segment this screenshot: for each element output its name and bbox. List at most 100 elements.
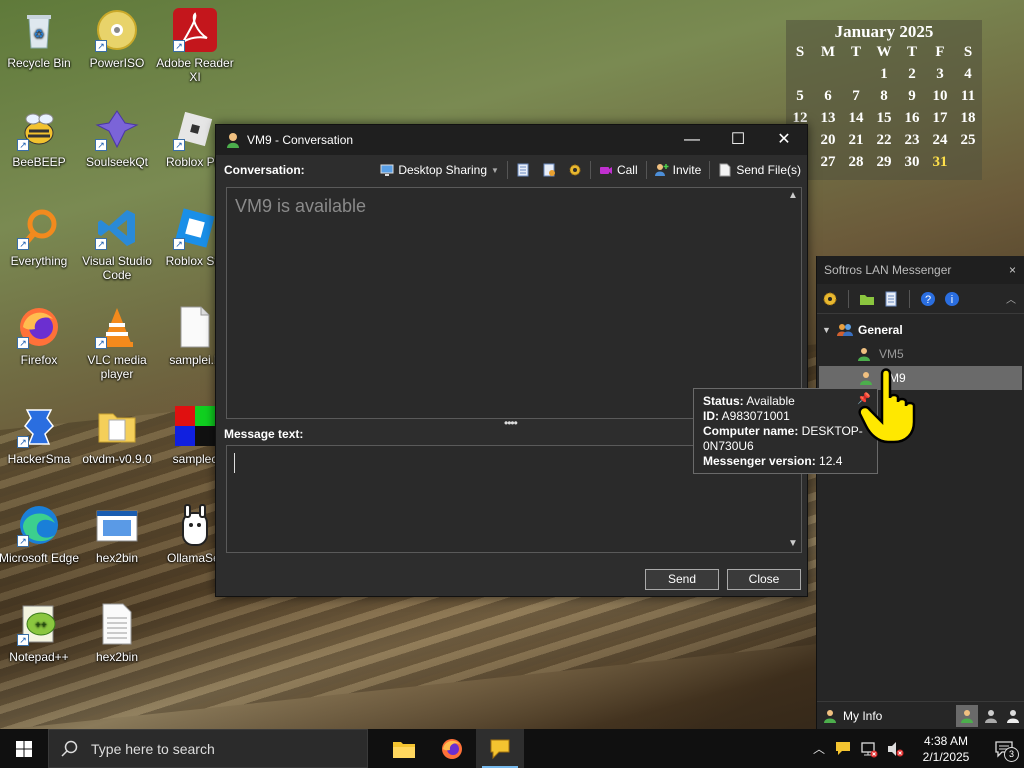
- start-button[interactable]: [0, 729, 48, 768]
- calendar-day[interactable]: 20: [814, 129, 842, 151]
- calendar-day[interactable]: 14: [842, 107, 870, 129]
- settings-gear-icon[interactable]: [822, 291, 838, 307]
- taskbar-search-box[interactable]: Type here to search: [48, 729, 368, 768]
- open-folder-icon[interactable]: [859, 291, 875, 307]
- info-icon[interactable]: i: [944, 291, 960, 307]
- window-title: VM9 - Conversation: [247, 133, 354, 147]
- file-explorer-icon: [393, 741, 415, 758]
- desktop-icon-adobe-reader[interactable]: ↗ Adobe Reader XI: [153, 8, 237, 84]
- notification-center-button[interactable]: 3: [984, 729, 1024, 768]
- calendar-day[interactable]: 16: [898, 107, 926, 129]
- calendar-day[interactable]: 9: [898, 85, 926, 107]
- calendar-day[interactable]: 24: [926, 129, 954, 151]
- help-icon[interactable]: ?: [920, 291, 936, 307]
- desktop-icon-hex2bin-file[interactable]: hex2bin: [75, 602, 159, 664]
- desktop-icon-vscode[interactable]: ↗ Visual Studio Code: [75, 206, 159, 282]
- chevron-up-icon[interactable]: ︿: [808, 740, 830, 757]
- status-away-button[interactable]: [980, 709, 1002, 723]
- close-window-button[interactable]: ✕: [761, 125, 807, 155]
- group-general[interactable]: ▼ General: [817, 318, 1024, 342]
- shortcut-arrow-icon: ↗: [17, 139, 29, 151]
- roblox-player-icon: ↗: [173, 107, 217, 151]
- tooltip-id: ID: A983071001: [703, 409, 790, 423]
- contact-vm5[interactable]: VM5: [817, 342, 1024, 366]
- invite-button[interactable]: Invite: [649, 158, 708, 182]
- network-disconnected-icon[interactable]: [860, 740, 878, 758]
- conversation-history-panel[interactable]: VM9 is available ▲: [226, 187, 802, 419]
- desktop-icon-otvdm[interactable]: otvdm-v0.9.0: [75, 404, 159, 466]
- calendar-day[interactable]: 8: [870, 85, 898, 107]
- desktop-sharing-button[interactable]: Desktop Sharing ▼: [374, 158, 505, 182]
- calendar-day[interactable]: 4: [954, 63, 982, 85]
- calendar-day[interactable]: 22: [870, 129, 898, 151]
- send-files-button[interactable]: Send File(s): [712, 158, 807, 182]
- desktop-icon-firefox[interactable]: ↗ Firefox: [0, 305, 81, 367]
- speaker-muted-icon[interactable]: [886, 740, 904, 758]
- calendar-day[interactable]: 17: [926, 107, 954, 129]
- call-button[interactable]: Call: [593, 158, 644, 182]
- maximize-button[interactable]: ☐: [715, 125, 761, 155]
- desktop-icon-soulseek[interactable]: ↗ SoulseekQt: [75, 107, 159, 169]
- calendar-day[interactable]: 30: [898, 151, 926, 173]
- clock[interactable]: 4:38 AM 2/1/2025: [908, 733, 984, 765]
- calendar-weekday: S: [963, 44, 973, 60]
- desktop-icon-hackersmacker[interactable]: ↗ HackerSma: [0, 404, 81, 466]
- calendar-day[interactable]: 1: [870, 63, 898, 85]
- scroll-up-icon[interactable]: ▲: [785, 188, 801, 204]
- calendar-day[interactable]: 7: [842, 85, 870, 107]
- calendar-day[interactable]: 5: [786, 85, 814, 107]
- desktop-icon-notepadpp[interactable]: ++ ↗ Notepad++: [0, 602, 81, 664]
- save-log-button[interactable]: [536, 158, 562, 182]
- svg-text:i: i: [951, 294, 953, 306]
- desktop-icon-hex2bin-app[interactable]: hex2bin: [75, 503, 159, 565]
- toolbar-separator: [506, 161, 508, 179]
- window-titlebar[interactable]: VM9 - Conversation — ☐ ✕: [216, 125, 807, 155]
- calendar-day[interactable]: 28: [842, 151, 870, 173]
- calendar-day[interactable]: 21: [842, 129, 870, 151]
- close-button[interactable]: Close: [727, 569, 801, 590]
- status-available-button[interactable]: [956, 704, 978, 727]
- calendar-day[interactable]: 29: [870, 151, 898, 173]
- calendar-day[interactable]: 15: [870, 107, 898, 129]
- history-button[interactable]: [510, 158, 536, 182]
- calendar-day[interactable]: 23: [898, 129, 926, 151]
- contact-vm9[interactable]: VM9: [819, 366, 1022, 390]
- calendar-day[interactable]: 11: [954, 85, 982, 107]
- calendar-day[interactable]: 31: [926, 151, 954, 173]
- calendar-day[interactable]: 2: [898, 63, 926, 85]
- calendar-day[interactable]: 18: [954, 107, 982, 129]
- taskbar-softros-messenger[interactable]: [476, 729, 524, 768]
- conversation-scrollbar[interactable]: ▲: [785, 188, 801, 418]
- my-info-button[interactable]: My Info: [817, 709, 956, 723]
- desktop-icon-poweriso[interactable]: ↗ PowerISO: [75, 8, 159, 70]
- minimize-button[interactable]: —: [669, 125, 715, 155]
- desktop-icon-vlc[interactable]: ↗ VLC media player: [75, 305, 159, 381]
- document-icon[interactable]: [883, 291, 899, 307]
- desktop-icon-everything[interactable]: ↗ Everything: [0, 206, 81, 268]
- splitter-handle[interactable]: ••••: [504, 416, 518, 430]
- user-online-icon: [858, 348, 870, 361]
- desktop-icon-beebeep[interactable]: ↗ BeeBEEP: [0, 107, 81, 169]
- messenger-tray-icon[interactable]: [834, 740, 852, 758]
- collapse-toolbar-icon[interactable]: ︿: [1006, 291, 1016, 306]
- taskbar-file-explorer[interactable]: [380, 729, 428, 768]
- messenger-titlebar[interactable]: Softros LAN Messenger ×: [817, 256, 1024, 284]
- close-icon[interactable]: ×: [1009, 256, 1016, 284]
- desktop-icon-edge[interactable]: ↗ Microsoft Edge: [0, 503, 81, 565]
- status-offline-button[interactable]: [1002, 709, 1024, 723]
- calendar-day[interactable]: 10: [926, 85, 954, 107]
- send-button[interactable]: Send: [645, 569, 719, 590]
- settings-button[interactable]: [562, 158, 588, 182]
- scroll-down-icon[interactable]: ▼: [785, 536, 801, 552]
- calendar-day[interactable]: 6: [814, 85, 842, 107]
- shortcut-arrow-icon: ↗: [95, 337, 107, 349]
- system-tray: ︿ 4:38 AM 2/1/2025 3: [808, 729, 1024, 768]
- notepadpp-icon: ++ ↗: [17, 602, 61, 646]
- desktop-icon-recycle-bin[interactable]: ♻ Recycle Bin: [0, 8, 81, 70]
- calendar-day[interactable]: 13: [814, 107, 842, 129]
- calendar-day[interactable]: 27: [814, 151, 842, 173]
- calendar-day[interactable]: 3: [926, 63, 954, 85]
- taskbar-firefox[interactable]: [428, 729, 476, 768]
- users-add-icon: [654, 164, 669, 176]
- calendar-day[interactable]: 25: [954, 129, 982, 151]
